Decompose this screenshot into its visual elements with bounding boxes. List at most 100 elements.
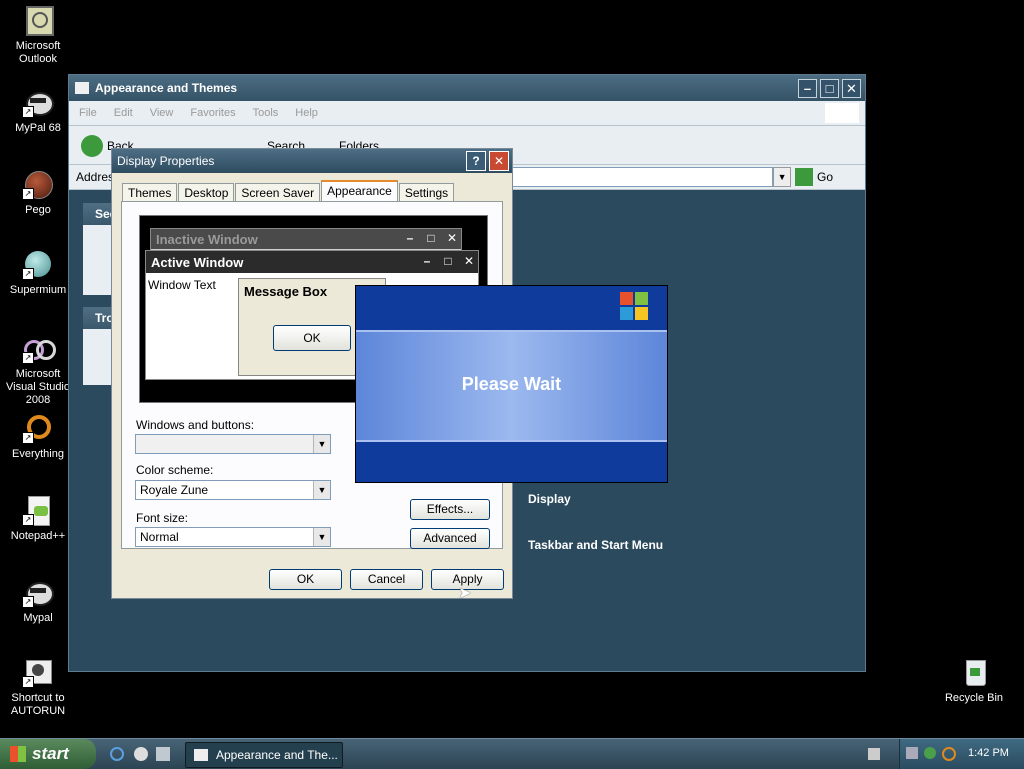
windows-buttons-label: Windows and buttons:: [136, 418, 255, 432]
app-quicklaunch-icon[interactable]: [156, 747, 170, 761]
minimize-button[interactable]: –: [798, 78, 817, 98]
folder-icon: [194, 749, 208, 761]
desktop-icon-label: Mypal: [23, 612, 53, 624]
menu-file[interactable]: File: [79, 107, 97, 119]
menu-bar: File Edit View Favorites Tools Help: [69, 101, 865, 126]
windows-flag-icon: [10, 746, 26, 762]
effects-button[interactable]: Effects...: [410, 499, 490, 520]
font-size-value: Normal: [140, 530, 179, 544]
desktop-icon-label: Notepad++: [10, 530, 66, 542]
menu-edit[interactable]: Edit: [114, 107, 133, 119]
supermium-icon: ↗: [22, 248, 54, 280]
folder-icon: [75, 82, 89, 94]
menu-help[interactable]: Help: [295, 107, 318, 119]
back-icon[interactable]: [81, 135, 103, 157]
color-scheme-select[interactable]: Royale Zune ▼: [135, 480, 331, 500]
address-dropdown-icon[interactable]: ▼: [773, 167, 792, 187]
explorer-titlebar[interactable]: Appearance and Themes – □ ✕: [69, 75, 865, 101]
shortcut-arrow-icon: ↗: [22, 514, 34, 526]
shortcut-arrow-icon: ↗: [22, 188, 34, 200]
display-category-link[interactable]: Display: [528, 492, 571, 506]
please-wait-message: Please Wait: [461, 374, 562, 394]
advanced-button[interactable]: Advanced: [410, 528, 490, 549]
color-scheme-value: Royale Zune: [140, 483, 209, 497]
start-label: start: [32, 744, 69, 763]
tab-appearance[interactable]: Appearance: [321, 180, 398, 203]
minimize-icon: –: [406, 231, 414, 245]
window-title: Appearance and Themes: [95, 81, 238, 95]
tab-settings[interactable]: Settings: [398, 183, 455, 202]
menu-favorites[interactable]: Favorites: [190, 107, 235, 119]
ok-button[interactable]: OK: [269, 569, 342, 590]
chevron-down-icon[interactable]: ▼: [313, 435, 330, 453]
desktop-icon-recycle-bin[interactable]: Recycle Bin: [938, 656, 1010, 705]
desktop-icon-pego[interactable]: ↗ Pego: [2, 168, 74, 217]
shortcut-arrow-icon: ↗: [22, 432, 34, 444]
tab-strip: Themes Desktop Screen Saver Appearance S…: [122, 180, 455, 203]
outlook-icon: [22, 4, 54, 36]
cancel-button[interactable]: Cancel: [350, 569, 423, 590]
windows-buttons-select[interactable]: ▼: [135, 434, 331, 454]
maximize-icon: □: [444, 254, 452, 268]
language-bar-icon[interactable]: [868, 748, 880, 760]
desktop-icon-autorun[interactable]: ↗ Shortcut to AUTORUN: [2, 656, 74, 718]
desktop-icon-label: Microsoft Visual Studio 2008: [5, 368, 70, 406]
autorun-icon: ↗: [22, 656, 54, 688]
tray-search-icon[interactable]: [942, 747, 956, 761]
windows-logo-icon: [825, 103, 859, 123]
tab-screen-saver[interactable]: Screen Saver: [235, 183, 321, 202]
clock: 1:42 PM: [968, 747, 1009, 759]
go-arrow-icon[interactable]: [795, 168, 814, 186]
recycle-bin-icon: [958, 656, 990, 688]
visual-studio-icon: ↗: [22, 332, 56, 364]
desktop-icon-everything[interactable]: ↗ Everything: [2, 412, 74, 461]
menu-view[interactable]: View: [150, 107, 174, 119]
desktop-icon-label: Supermium: [9, 284, 67, 296]
shortcut-arrow-icon: ↗: [22, 352, 34, 364]
close-icon: ✕: [446, 231, 458, 245]
desktop-icon-visual-studio[interactable]: ↗ Microsoft Visual Studio 2008: [2, 332, 74, 407]
font-size-select[interactable]: Normal ▼: [135, 527, 331, 547]
desktop-icon-mypal[interactable]: ↗ Mypal: [2, 576, 74, 625]
font-size-label: Font size:: [136, 511, 189, 525]
desktop-icon-mypal68[interactable]: ↗ MyPal 68: [2, 86, 74, 135]
desktop-icon-outlook[interactable]: Microsoft Outlook: [2, 4, 74, 66]
raccoon-icon: ↗: [22, 576, 54, 608]
start-button[interactable]: start: [0, 739, 96, 769]
close-button[interactable]: ✕: [842, 78, 861, 98]
shortcut-arrow-icon: ↗: [22, 676, 34, 688]
tray-network-icon[interactable]: [906, 747, 918, 759]
mouse-cursor-icon: ➤: [458, 585, 472, 602]
maximize-button[interactable]: □: [820, 78, 839, 98]
shortcut-arrow-icon: ↗: [22, 106, 34, 118]
close-button[interactable]: ✕: [489, 151, 509, 171]
chevron-down-icon[interactable]: ▼: [313, 528, 330, 546]
taskbar-task-appearance[interactable]: Appearance and The...: [185, 742, 343, 768]
magnifier-icon: ↗: [22, 412, 54, 444]
shortcut-arrow-icon: ↗: [22, 268, 34, 280]
go-label[interactable]: Go: [817, 170, 833, 184]
ie-icon[interactable]: [110, 747, 124, 761]
window-text: Window Text: [148, 278, 216, 292]
raccoon-quicklaunch-icon[interactable]: [134, 747, 148, 761]
tab-desktop[interactable]: Desktop: [178, 183, 235, 202]
desktop-icon-label: MyPal 68: [15, 122, 61, 134]
desktop-icon-label: Shortcut to AUTORUN: [10, 692, 66, 717]
notepad-icon: ↗: [22, 494, 54, 526]
desktop-icon-label: Pego: [25, 204, 51, 216]
inactive-window-title: Inactive Window: [156, 231, 258, 247]
dialog-titlebar[interactable]: Display Properties ? ✕: [112, 149, 512, 173]
desktop-icon-supermium[interactable]: ↗ Supermium: [2, 248, 74, 297]
chevron-down-icon[interactable]: ▼: [313, 481, 330, 499]
tray-sync-icon[interactable]: [924, 747, 936, 759]
desktop-icon-label: Everything: [12, 448, 64, 460]
taskbar-category-link[interactable]: Taskbar and Start Menu: [528, 538, 663, 552]
tab-themes[interactable]: Themes: [122, 183, 178, 202]
menu-tools[interactable]: Tools: [253, 107, 279, 119]
help-button[interactable]: ?: [466, 151, 486, 171]
desktop-icon-label: Microsoft Outlook: [15, 40, 61, 65]
taskbar: start Appearance and The... 1:42 PM: [0, 738, 1024, 769]
please-wait-dialog: Please Wait: [355, 285, 668, 483]
pego-icon: ↗: [22, 168, 54, 200]
desktop-icon-notepadpp[interactable]: ↗ Notepad++: [2, 494, 74, 543]
